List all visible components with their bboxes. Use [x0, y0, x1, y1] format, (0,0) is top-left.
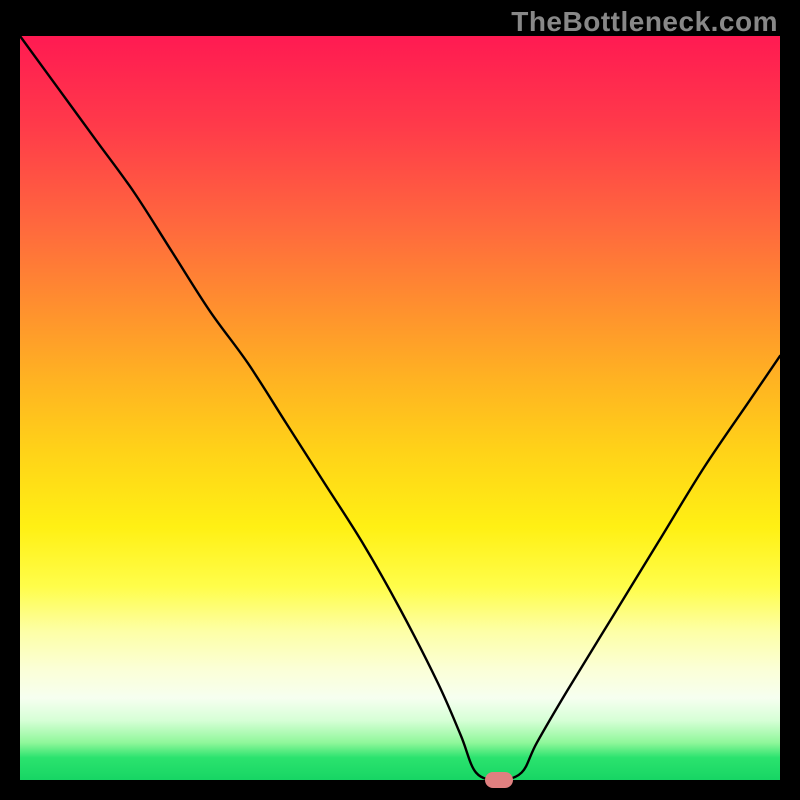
curve-svg [20, 36, 780, 780]
bottleneck-curve-path [20, 36, 780, 780]
watermark-text: TheBottleneck.com [511, 6, 778, 38]
plot-area [20, 36, 780, 780]
chart-frame: TheBottleneck.com [0, 0, 800, 800]
optimal-marker [485, 772, 513, 788]
